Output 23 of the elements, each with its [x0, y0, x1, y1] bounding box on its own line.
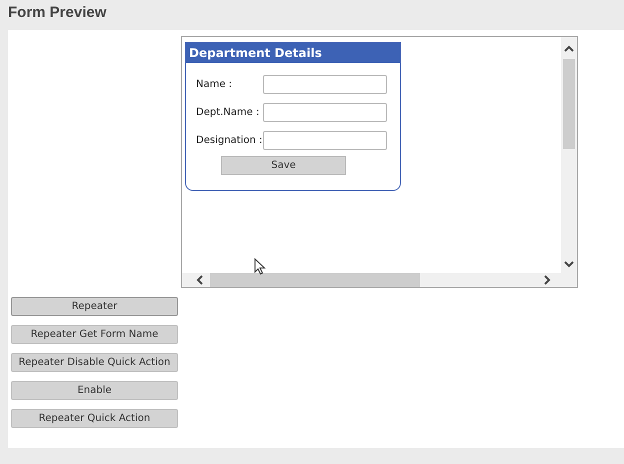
field-label: Designation : — [196, 134, 263, 146]
field-label: Name : — [196, 78, 234, 90]
scroll-thumb[interactable] — [563, 59, 575, 149]
save-button[interactable]: Save — [221, 156, 346, 175]
scroll-down-icon[interactable] — [564, 260, 574, 268]
scroll-up-icon[interactable] — [564, 45, 574, 53]
horizontal-scrollbar[interactable] — [182, 273, 561, 287]
action-button[interactable]: Enable — [11, 381, 178, 400]
page-title: Form Preview — [8, 4, 108, 23]
mouse-pointer-icon — [254, 258, 266, 275]
input-field[interactable] — [263, 102, 387, 122]
action-button[interactable]: Repeater Disable Quick Action — [11, 353, 178, 372]
action-button[interactable]: Repeater — [11, 297, 178, 316]
scroll-left-icon[interactable] — [196, 275, 204, 285]
scroll-thumb[interactable] — [210, 273, 420, 287]
input-field[interactable] — [263, 74, 387, 94]
vertical-scrollbar[interactable] — [561, 37, 577, 273]
form-title: Department Details — [186, 43, 400, 63]
field-label: Dept.Name : — [196, 106, 260, 118]
action-button[interactable]: Repeater Get Form Name — [11, 325, 178, 344]
input-field[interactable] — [263, 130, 387, 150]
scroll-right-icon[interactable] — [543, 275, 551, 285]
action-button[interactable]: Repeater Quick Action — [11, 409, 178, 428]
